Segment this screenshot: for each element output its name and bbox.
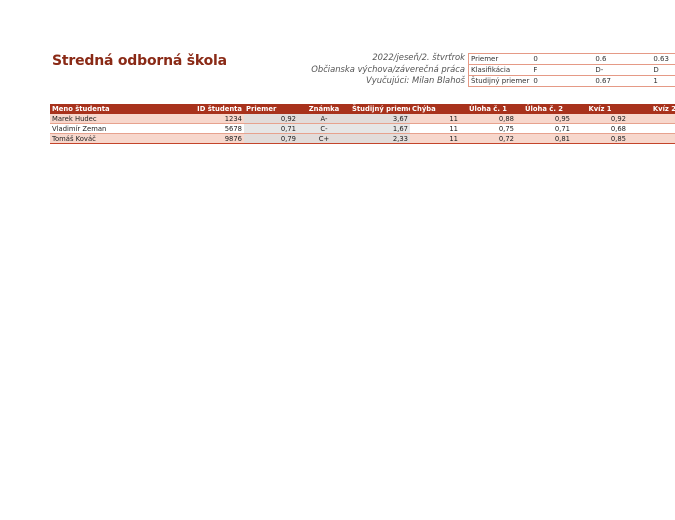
- gpa-cell[interactable]: 3,67: [350, 114, 410, 124]
- student-name-cell[interactable]: Vladimír Zeman: [50, 123, 146, 134]
- table-row: Tomáš Kováč 9876 0,79 C+ 2,33 11 0,72 0,…: [50, 133, 675, 144]
- column-header-hw1[interactable]: Úloha č. 1: [460, 104, 516, 114]
- lookup-cell[interactable]: 0: [531, 53, 594, 65]
- course-label: Občianska výchova/záverečná práca: [311, 63, 465, 74]
- hw2-cell[interactable]: 0,81: [516, 133, 572, 144]
- quiz2-cell[interactable]: [628, 133, 675, 144]
- lookup-label[interactable]: Klasifikácia: [468, 64, 532, 76]
- lookup-row: Študijný priemer 0 0.67 1: [468, 75, 675, 87]
- lookup-cell[interactable]: 0.67: [593, 75, 652, 87]
- lookup-row: Priemer 0 0.6 0.63: [468, 53, 675, 65]
- quiz1-cell[interactable]: 0,68: [572, 123, 628, 134]
- student-id-cell[interactable]: 9876: [146, 133, 244, 144]
- lookup-cell[interactable]: 0.6: [593, 53, 652, 65]
- lookup-cell[interactable]: F: [531, 64, 594, 76]
- grade-cell[interactable]: A-: [298, 114, 350, 124]
- lookup-cell[interactable]: 1: [651, 75, 675, 87]
- column-header-grade[interactable]: Známka: [298, 104, 350, 114]
- gpa-cell[interactable]: 1,67: [350, 123, 410, 134]
- table-row: Vladimír Zeman 5678 0,71 C- 1,67 11 0,75…: [50, 123, 675, 134]
- lookup-label[interactable]: Študijný priemer: [468, 75, 532, 87]
- average-cell[interactable]: 0,71: [244, 123, 298, 134]
- lookup-label[interactable]: Priemer: [468, 53, 532, 65]
- student-id-cell[interactable]: 5678: [146, 123, 244, 134]
- course-info: 2022/jeseň/2. štvrťrok Občianska výchova…: [311, 52, 465, 87]
- column-header-id[interactable]: ID študenta: [146, 104, 244, 114]
- average-cell[interactable]: 0,92: [244, 114, 298, 124]
- student-grades-table: Meno študenta ID študenta Priemer Známka…: [50, 104, 675, 144]
- absent-cell[interactable]: 11: [410, 123, 460, 134]
- column-header-absent[interactable]: Chýba: [410, 104, 460, 114]
- hw1-cell[interactable]: 0,72: [460, 133, 516, 144]
- column-header-average[interactable]: Priemer: [244, 104, 298, 114]
- header-row: Meno študenta ID študenta Priemer Známka…: [50, 104, 675, 114]
- hw1-cell[interactable]: 0,88: [460, 114, 516, 124]
- quiz1-cell[interactable]: 0,92: [572, 114, 628, 124]
- period-label: 2022/jeseň/2. štvrťrok: [372, 52, 465, 62]
- lookup-row: Klasifikácia F D- D: [468, 64, 675, 76]
- teacher-label: Vyučujúci: Milan Blahoš: [366, 75, 465, 85]
- column-header-gpa[interactable]: Študijný priemer: [350, 104, 410, 114]
- grade-cell[interactable]: C-: [298, 123, 350, 134]
- absent-cell[interactable]: 11: [410, 133, 460, 144]
- column-header-name[interactable]: Meno študenta: [50, 104, 146, 114]
- table-row: Marek Hudec 1234 0,92 A- 3,67 11 0,88 0,…: [50, 114, 675, 124]
- student-name-cell[interactable]: Tomáš Kováč: [50, 133, 146, 144]
- hw1-cell[interactable]: 0,75: [460, 123, 516, 134]
- quiz2-cell[interactable]: [628, 123, 675, 134]
- grade-lookup-table: Priemer 0 0.6 0.63 Klasifikácia F D- D Š…: [468, 53, 675, 87]
- average-cell[interactable]: 0,79: [244, 133, 298, 144]
- page-title: Stredná odborná škola: [52, 53, 227, 69]
- lookup-cell[interactable]: D-: [593, 64, 652, 76]
- lookup-cell[interactable]: 0.63: [651, 53, 675, 65]
- column-header-hw2[interactable]: Úloha č. 2: [516, 104, 572, 114]
- lookup-cell[interactable]: D: [651, 64, 675, 76]
- quiz2-cell[interactable]: [628, 114, 675, 124]
- student-id-cell[interactable]: 1234: [146, 114, 244, 124]
- column-header-quiz2[interactable]: Kvíz 2: [628, 104, 675, 114]
- quiz1-cell[interactable]: 0,85: [572, 133, 628, 144]
- hw2-cell[interactable]: 0,95: [516, 114, 572, 124]
- absent-cell[interactable]: 11: [410, 114, 460, 124]
- gpa-cell[interactable]: 2,33: [350, 133, 410, 144]
- student-name-cell[interactable]: Marek Hudec: [50, 114, 146, 124]
- hw2-cell[interactable]: 0,71: [516, 123, 572, 134]
- column-header-quiz1[interactable]: Kvíz 1: [572, 104, 628, 114]
- grade-cell[interactable]: C+: [298, 133, 350, 144]
- lookup-cell[interactable]: 0: [531, 75, 594, 87]
